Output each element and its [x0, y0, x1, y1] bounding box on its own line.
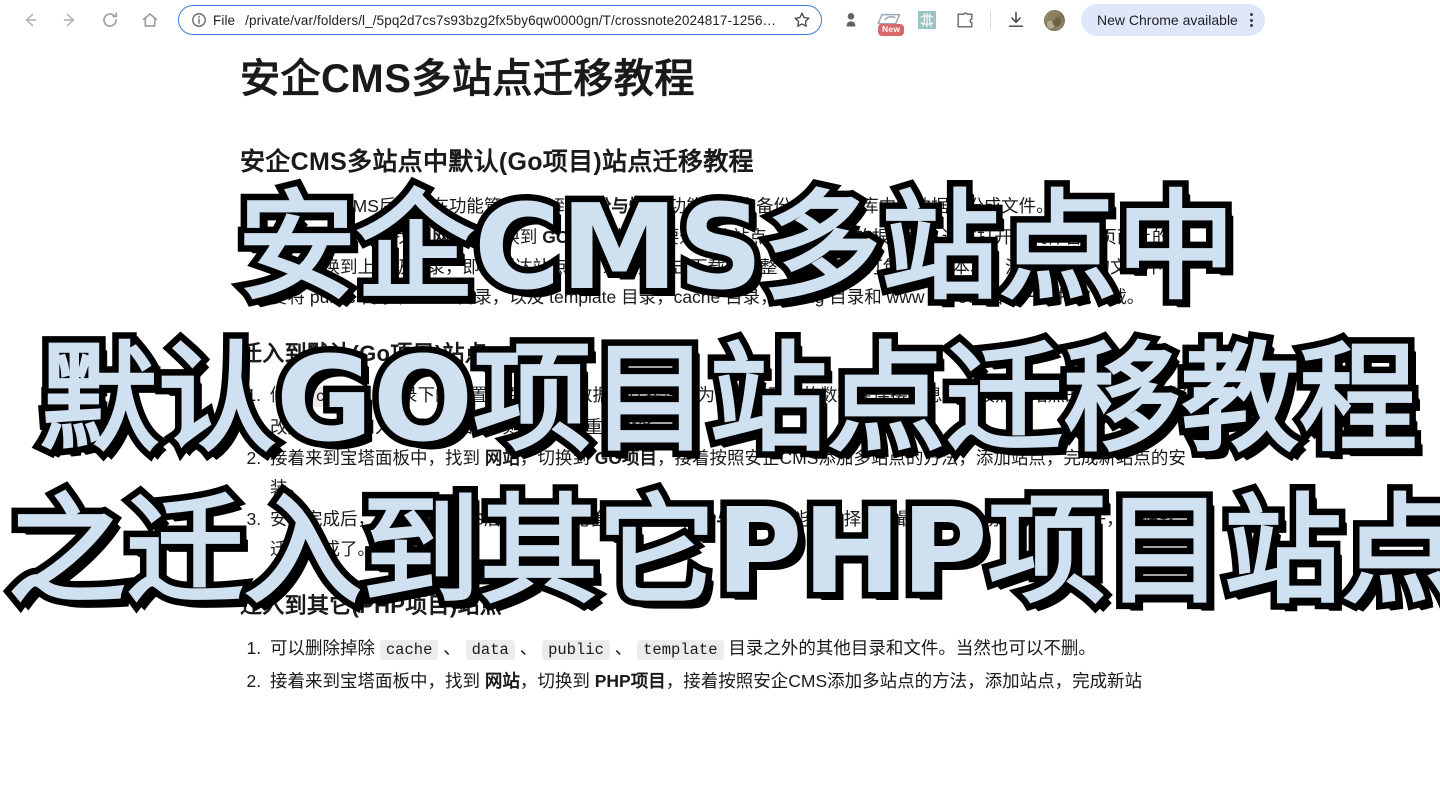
page-title: 安企CMS多站点迁移教程: [240, 57, 695, 101]
item-text-bold-2: GO项目: [594, 448, 657, 469]
item-text-mid: ，切换到: [519, 670, 595, 691]
chrome-update-pill[interactable]: New Chrome available: [1081, 4, 1265, 36]
item-text-prefix: 安装完成后，登录安企CMS后台，在功能管理中找到: [270, 509, 682, 530]
code-span: template: [637, 639, 724, 660]
profile-pin-icon[interactable]: [832, 1, 870, 39]
item-text-prefix: 接着来到宝塔面板中，找到: [270, 670, 485, 691]
toolbar-actions: New New Chrome available: [832, 1, 1265, 39]
forward-button[interactable]: [50, 0, 90, 40]
code-sep: 、: [609, 637, 638, 658]
item-text-bold-2: PHP项目: [594, 670, 666, 691]
item-text-prefix: 登录安企CMS后台，在功能管理中找到: [270, 195, 577, 216]
arrow-right-icon: [60, 10, 80, 30]
url-scheme-label: File: [213, 12, 236, 28]
info-circle-icon[interactable]: [191, 12, 207, 28]
reload-button[interactable]: [90, 0, 130, 40]
home-icon: [140, 10, 160, 30]
item-text-bold: 网站: [484, 448, 520, 469]
item-text-prefix: 修改: [270, 385, 310, 406]
item-text-suffix: 目录下的配置文件，修改数据库连接信息为新站点已有的数据库连接信息，并按照新站点的…: [270, 385, 1188, 438]
chrome-update-label: New Chrome available: [1097, 12, 1238, 28]
item-text-bold-2: GO项目: [542, 226, 605, 247]
document-body: 安企CMS多站点迁移教程 安企CMS多站点中默认(Go项目)站点迁移教程 登录安…: [240, 40, 1192, 697]
item-text-prefix: 接着来到宝塔面板中，找到: [270, 448, 485, 469]
back-button[interactable]: [10, 0, 50, 40]
item-text-suffix: ，接着按照安企CMS添加多站点的方法，添加站点，完成新站: [665, 670, 1143, 691]
code-span: data: [465, 639, 515, 660]
list-item: 接着来到宝塔面板中，找到 网站，切换到 GO项目，接着按照安企CMS添加多站点的…: [266, 443, 1192, 503]
code-sep: 、: [438, 637, 466, 658]
item-text-prefix: 可以删除掉除: [270, 637, 380, 658]
list-item: 回到宝塔面板，找到 网站，切换到 GO项目 找到需要迁移的站点，点击对应的根目录…: [266, 222, 1192, 312]
translate-extension-icon[interactable]: [908, 1, 946, 39]
section-3-list: 可以删除掉除 cache 、 data 、 public 、 template …: [240, 633, 1192, 696]
item-text-mid: ，切换到: [519, 448, 595, 469]
section-2-list: 修改 config 目录下的配置文件，修改数据库连接信息为新站点已有的数据库连接…: [240, 380, 1192, 564]
item-text-mid: ，切换到: [467, 226, 543, 247]
page-viewport: 安企CMS多站点迁移教程 安企CMS多站点中默认(Go项目)站点迁移教程 登录安…: [0, 40, 1440, 810]
list-item: 安装完成后，登录安企CMS后台，在功能管理中找到 备份与恢复 功能，选择恢复最后…: [266, 504, 1192, 564]
item-text-suffix: 功能，点击备份，将数据库中的数据备份成文件。: [663, 195, 1054, 216]
extension-new-badge: New: [878, 24, 905, 36]
item-text-bold: 网站: [432, 226, 468, 247]
extensions-puzzle-icon[interactable]: [946, 1, 984, 39]
item-text-bold: 网站: [484, 670, 520, 691]
item-text-suffix: 目录之外的其他目录和文件。当然也可以不删。: [723, 637, 1096, 658]
list-item: 登录安企CMS后台，在功能管理中找到 备份与恢复 功能，点击备份，将数据库中的数…: [266, 191, 1192, 221]
address-bar[interactable]: File /private/var/folders/l_/5pq2d7cs7s9…: [178, 5, 822, 35]
home-button[interactable]: [130, 0, 170, 40]
kebab-menu-icon[interactable]: [1248, 11, 1255, 29]
list-item: 接着来到宝塔面板中，找到 网站，切换到 PHP项目，接着按照安企CMS添加多站点…: [266, 666, 1192, 696]
arrow-left-icon: [20, 10, 40, 30]
item-text-bold: 备份与恢复: [681, 509, 769, 530]
code-span: public: [542, 639, 610, 660]
list-item: 修改 config 目录下的配置文件，修改数据库连接信息为新站点已有的数据库连接…: [266, 380, 1192, 442]
browser-toolbar: File /private/var/folders/l_/5pq2d7cs7s9…: [0, 0, 1440, 40]
section-1-list: 登录安企CMS后台，在功能管理中找到 备份与恢复 功能，点击备份，将数据库中的数…: [240, 191, 1192, 312]
url-text[interactable]: /private/var/folders/l_/5pq2d7cs7s93bzg2…: [245, 13, 789, 28]
download-icon[interactable]: [997, 1, 1035, 39]
list-item: 可以删除掉除 cache 、 data 、 public 、 template …: [266, 633, 1192, 665]
code-span: config: [309, 387, 378, 408]
code-sep: 、: [514, 637, 543, 658]
reload-icon: [100, 10, 120, 30]
star-icon[interactable]: [789, 7, 815, 33]
code-span: cache: [379, 639, 439, 660]
extension-new-icon[interactable]: New: [870, 1, 908, 39]
avatar[interactable]: [1035, 1, 1073, 39]
toolbar-divider: [990, 11, 991, 29]
item-text-bold: 备份与恢复: [576, 195, 664, 216]
section-2-heading: 迁入到默认(Go项目)站点: [240, 340, 488, 366]
item-text-prefix: 回到宝塔面板，找到: [270, 226, 433, 247]
section-3-heading: 迁入到其它(PHP项目)站点: [240, 593, 503, 619]
section-1-heading: 安企CMS多站点中默认(Go项目)站点迁移教程: [240, 148, 754, 176]
